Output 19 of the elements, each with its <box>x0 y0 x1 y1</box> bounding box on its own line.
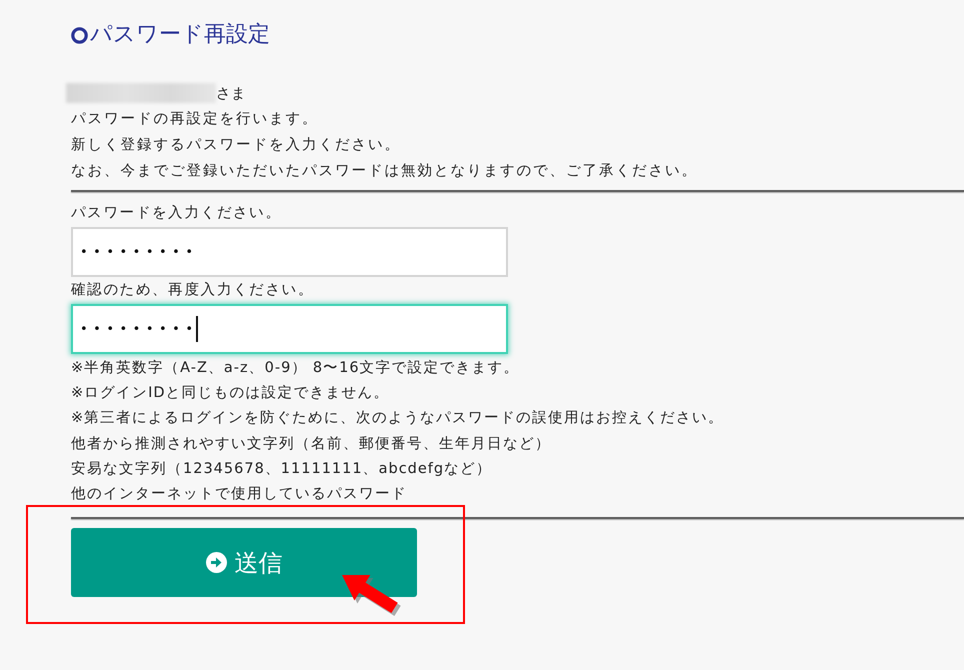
note-text: ※第三者によるログインを防ぐために、次のようなパスワードの誤使用はお控えください。 <box>71 409 726 428</box>
note-text: 他のインターネットで使用しているパスワード <box>71 485 408 504</box>
page-title: パスワード再設定 <box>90 21 270 49</box>
circle-outline-icon <box>71 26 88 44</box>
honorific-text: さま <box>216 84 246 102</box>
submit-button[interactable]: 送信 <box>71 528 417 598</box>
intro-text: なお、今までご登録いただいたパスワードは無効となりますので、ご了承ください。 <box>71 162 699 181</box>
intro-text: 新しく登録するパスワードを入力ください。 <box>71 136 402 155</box>
field-label: パスワードを入力ください。 <box>71 204 283 223</box>
field-label: 確認のため、再度入力ください。 <box>71 280 315 300</box>
intro-text: パスワードの再設定を行います。 <box>71 110 320 129</box>
note-text: ※ログインIDと同じものは設定できません。 <box>71 384 391 404</box>
note-text: 他者から推測されやすい文字列（名前、郵便番号、生年月日など） <box>71 434 552 454</box>
arrow-circle-icon <box>206 552 226 574</box>
note-text: 安易な文字列（12345678、11111111、abcdefgなど） <box>71 460 494 479</box>
password-field[interactable]: ••••••••• <box>71 304 508 354</box>
annotation-arrow <box>340 573 402 618</box>
password-field[interactable]: ••••••••• <box>71 227 508 277</box>
note-text: ※半角英数字（A-Z、a-z、0-9） 8〜16文字で設定できます。 <box>71 358 521 378</box>
